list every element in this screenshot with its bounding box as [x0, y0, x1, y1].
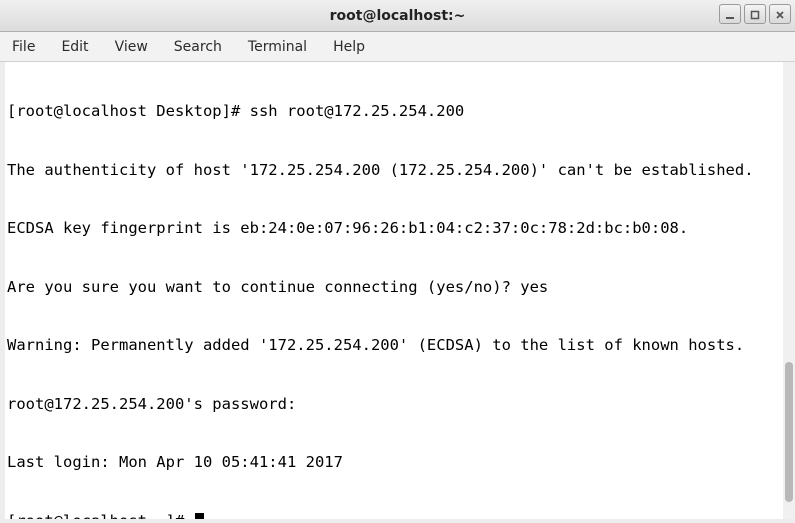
terminal-line: Last login: Mon Apr 10 05:41:41 2017 — [7, 453, 788, 473]
maximize-icon — [750, 5, 760, 24]
close-icon — [775, 5, 785, 24]
scrollbar-thumb[interactable] — [785, 362, 793, 502]
menu-file[interactable]: File — [8, 35, 39, 59]
terminal-prompt-line: [root@localhost ~]# — [7, 512, 788, 520]
menubar: File Edit View Search Terminal Help — [0, 32, 795, 62]
terminal-line: ECDSA key fingerprint is eb:24:0e:07:96:… — [7, 219, 788, 239]
terminal-line: The authenticity of host '172.25.254.200… — [7, 161, 788, 181]
terminal-content[interactable]: [root@localhost Desktop]# ssh root@172.2… — [5, 62, 790, 519]
menu-edit[interactable]: Edit — [57, 35, 92, 59]
minimize-button[interactable] — [719, 4, 741, 24]
window-title: root@localhost:~ — [0, 8, 795, 24]
menu-terminal[interactable]: Terminal — [244, 35, 311, 59]
window-controls — [719, 4, 791, 24]
terminal-line: root@172.25.254.200's password: — [7, 395, 788, 415]
terminal-line: Are you sure you want to continue connec… — [7, 278, 788, 298]
maximize-button[interactable] — [744, 4, 766, 24]
minimize-icon — [725, 5, 735, 24]
close-button[interactable] — [769, 4, 791, 24]
terminal-prompt: [root@localhost ~]# — [7, 512, 194, 520]
window-titlebar: root@localhost:~ — [0, 0, 795, 32]
menu-view[interactable]: View — [111, 35, 152, 59]
menu-search[interactable]: Search — [170, 35, 226, 59]
menu-help[interactable]: Help — [329, 35, 369, 59]
scrollbar-track[interactable] — [783, 62, 795, 519]
terminal-cursor — [195, 513, 204, 519]
terminal-line: [root@localhost Desktop]# ssh root@172.2… — [7, 102, 788, 122]
terminal-line: Warning: Permanently added '172.25.254.2… — [7, 336, 788, 356]
